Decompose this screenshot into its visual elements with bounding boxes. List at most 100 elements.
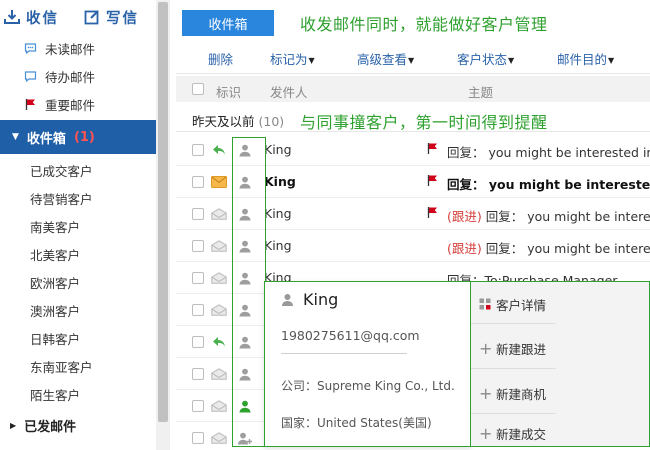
plus-icon: + [479, 338, 493, 358]
row-checkbox[interactable] [192, 208, 204, 220]
contact-person-icon[interactable] [238, 174, 252, 190]
todo-mail-icon [24, 70, 37, 83]
group-count: (10) [258, 114, 285, 129]
replied-arrow-icon [211, 142, 227, 158]
contact-person-icon[interactable] [238, 142, 252, 158]
action-bar: 删除 标记为▼ 高级查看▼ 客户状态▼ 邮件目的▼ [176, 40, 650, 74]
row-checkbox[interactable] [192, 144, 204, 156]
sidebar: 收信 写信 未读邮件 待办邮件 重要邮件 ▼ 收件箱 (1) 已成交客户 待营销… [0, 0, 170, 450]
sent-label: 已发邮件 [24, 419, 77, 435]
row-sender: King [264, 238, 292, 253]
quick-item-unread[interactable]: 未读邮件 [0, 36, 156, 60]
select-all-checkbox[interactable] [192, 83, 204, 95]
contact-name: King [303, 290, 339, 309]
new-opportunity-label: 新建商机 [496, 386, 547, 402]
write-button[interactable]: 写信 [84, 6, 139, 28]
folder-inbox[interactable]: ▼ 收件箱 (1) [0, 120, 156, 154]
divider [471, 368, 556, 369]
quick-item-important[interactable]: 重要邮件 [0, 92, 156, 116]
tab-inbox[interactable]: 收件箱 [182, 10, 274, 36]
row-checkbox[interactable] [192, 400, 204, 412]
unread-envelope-icon [211, 174, 227, 190]
delete-label: 删除 [208, 52, 234, 67]
dropdown-arrow-icon: ▼ [308, 56, 315, 65]
grid-icon [479, 298, 491, 310]
receive-button[interactable]: 收信 [4, 6, 59, 28]
read-envelope-icon [211, 238, 227, 254]
folder-item[interactable]: 日韩客户 [0, 324, 156, 352]
column-header: 标识 发件人 主题 [176, 76, 650, 102]
folder-item[interactable]: 澳洲客户 [0, 296, 156, 324]
advanced-view-dropdown[interactable]: 高级查看▼ [357, 49, 414, 68]
divider [281, 353, 407, 354]
add-contact-icon[interactable] [238, 430, 252, 446]
row-checkbox[interactable] [192, 240, 204, 252]
row-checkbox[interactable] [192, 176, 204, 188]
quick-item-label: 重要邮件 [45, 97, 96, 113]
column-sender[interactable]: 发件人 [270, 82, 308, 101]
folder-item[interactable]: 南美客户 [0, 212, 156, 240]
contact-popup-card: King 1980275611@qq.com 公司：Supreme King C… [264, 281, 471, 447]
mail-row[interactable]: King (跟进) 回复： you might be intereste [176, 230, 650, 262]
mail-purpose-dropdown[interactable]: 邮件目的▼ [557, 49, 614, 68]
delete-button[interactable]: 删除 [208, 49, 233, 68]
row-subject-wrap: 回复： you might be interested in c [447, 142, 650, 161]
red-flag-icon[interactable] [427, 174, 439, 188]
red-flag-icon[interactable] [427, 206, 439, 220]
mark-as-dropdown[interactable]: 标记为▼ [270, 49, 315, 68]
contact-person-icon[interactable] [238, 302, 252, 318]
folder-item[interactable]: 陌生客户 [0, 380, 156, 408]
read-envelope-icon [211, 430, 227, 446]
row-checkbox[interactable] [192, 336, 204, 348]
contact-person-icon[interactable] [238, 206, 252, 222]
sidebar-scrollbar-thumb[interactable] [158, 2, 168, 422]
quick-item-todo[interactable]: 待办邮件 [0, 64, 156, 88]
new-followup-label: 新建跟进 [496, 341, 547, 357]
customer-details-button[interactable]: 客户详情 [471, 284, 556, 324]
contact-country: 国家：United States(美国) [281, 416, 432, 430]
column-mark: 标识 [216, 85, 242, 100]
mail-row[interactable]: King 回复： you might be interested in [176, 166, 650, 198]
followup-tag: (跟进) [447, 209, 482, 224]
row-subject-wrap: (跟进) 回复： you might be intereste [447, 238, 650, 257]
mail-row[interactable]: King (跟进) 回复： you might be intereste [176, 198, 650, 230]
expand-triangle-icon: ▼ [12, 132, 19, 142]
folder-item[interactable]: 欧洲客户 [0, 268, 156, 296]
plus-icon: + [479, 383, 493, 403]
customer-status-label: 客户状态 [457, 52, 508, 67]
new-deal-button[interactable]: + 新建成交 [471, 418, 556, 448]
row-subject: 回复： you might be interested in c [447, 145, 650, 160]
group-label-wrap: 昨天及以前 (10) [192, 111, 284, 130]
folder-item[interactable]: 已成交客户 [0, 156, 156, 184]
dropdown-arrow-icon: ▼ [508, 56, 515, 65]
red-flag-icon[interactable] [427, 142, 439, 156]
advanced-view-label: 高级查看 [357, 52, 408, 67]
row-checkbox[interactable] [192, 432, 204, 444]
contact-email[interactable]: 1980275611@qq.com [281, 328, 420, 343]
mail-purpose-label: 邮件目的 [557, 52, 608, 67]
new-followup-button[interactable]: + 新建跟进 [471, 328, 556, 368]
row-checkbox[interactable] [192, 368, 204, 380]
row-checkbox[interactable] [192, 272, 204, 284]
contact-person-icon[interactable] [238, 366, 252, 382]
folder-item[interactable]: 东南亚客户 [0, 352, 156, 380]
contact-person-icon[interactable] [238, 334, 252, 350]
compose-pen-icon [84, 10, 99, 25]
collapse-triangle-icon: ▶ [10, 420, 17, 430]
folder-item[interactable]: 待营销客户 [0, 184, 156, 212]
folder-item[interactable]: 北美客户 [0, 240, 156, 268]
row-subject: 回复： you might be intereste [485, 209, 650, 224]
replied-arrow-icon [211, 334, 227, 350]
row-checkbox[interactable] [192, 304, 204, 316]
new-opportunity-button[interactable]: + 新建商机 [471, 373, 556, 413]
mail-row[interactable]: King 回复： you might be interested in c [176, 134, 650, 166]
quick-item-label: 待办邮件 [45, 69, 96, 85]
promo-caption-mid: 与同事撞客户，第一时间得到提醒 [300, 113, 548, 132]
customer-status-dropdown[interactable]: 客户状态▼ [457, 49, 514, 68]
known-contact-icon[interactable] [238, 398, 252, 414]
contact-person-icon[interactable] [238, 270, 252, 286]
column-subject[interactable]: 主题 [468, 82, 493, 101]
folder-sent[interactable]: ▶ 已发邮件 [0, 411, 156, 439]
contact-person-icon[interactable] [238, 238, 252, 254]
divider [471, 413, 556, 414]
